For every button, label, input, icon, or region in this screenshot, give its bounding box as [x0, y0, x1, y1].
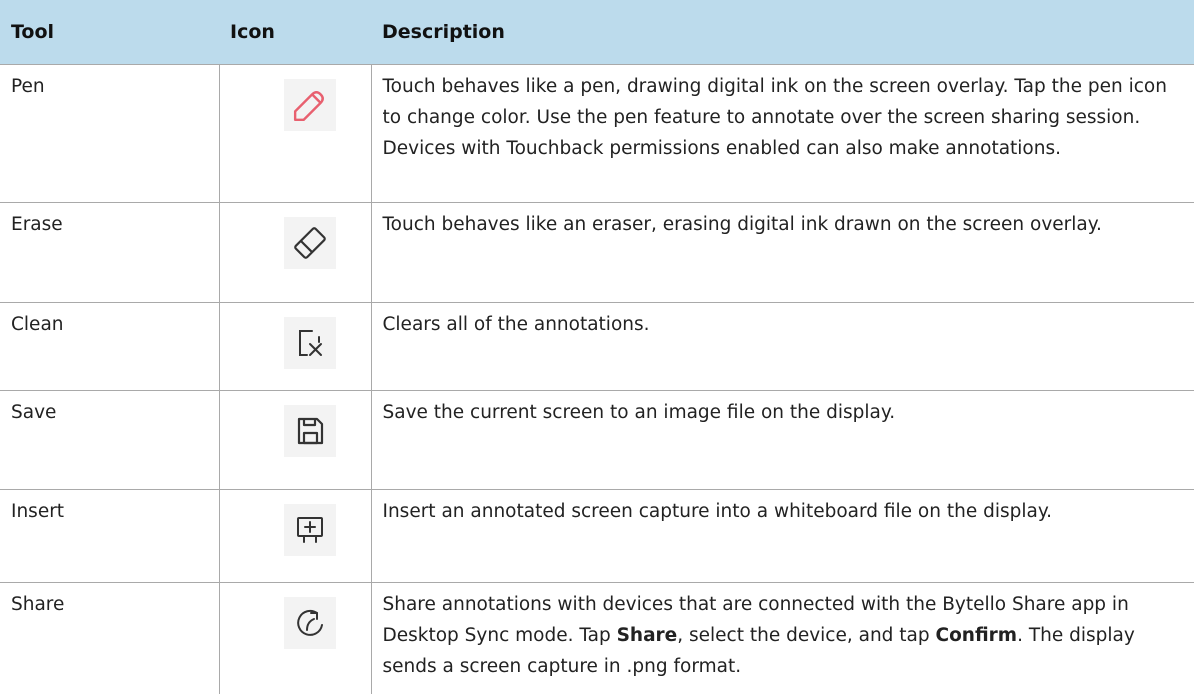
- tool-name: Clean: [0, 302, 220, 391]
- table-row: Insert Insert an annotated screen captur…: [0, 489, 1194, 583]
- table-row: Save Save the current screen to an image…: [0, 390, 1194, 490]
- eraser-icon: [283, 216, 336, 269]
- tool-name: Insert: [0, 489, 220, 583]
- table-row: Pen Touch behaves like a pen, drawing di…: [0, 64, 1194, 203]
- tool-name: Save: [0, 390, 220, 490]
- confirm-term: Confirm: [935, 624, 1018, 646]
- tool-description: Touch behaves like an eraser, erasing di…: [370, 202, 1194, 303]
- header-tool: Tool: [0, 0, 219, 65]
- tool-name: Erase: [0, 202, 220, 303]
- clean-icon: [283, 316, 336, 369]
- tool-description: Save the current screen to an image file…: [370, 390, 1194, 490]
- tool-name: Share: [0, 582, 220, 694]
- table-header-row: Tool Icon Description: [0, 0, 1194, 65]
- tool-name: Pen: [0, 64, 220, 203]
- pen-icon: [283, 78, 336, 131]
- header-icon: Icon: [219, 0, 371, 65]
- tool-description: Insert an annotated screen capture into …: [370, 489, 1194, 583]
- tools-table: Tool Icon Description Pen Touch behaves …: [0, 0, 1194, 694]
- table-row: Share Share annotations with devices tha…: [0, 582, 1194, 694]
- save-icon: [283, 404, 336, 457]
- tool-description: Touch behaves like a pen, drawing digita…: [370, 64, 1194, 203]
- table-row: Erase Touch behaves like an eraser, eras…: [0, 202, 1194, 303]
- tool-description: Clears all of the annotations.: [370, 302, 1194, 391]
- table-row: Clean Clears all of the annotations.: [0, 302, 1194, 391]
- share-icon: [283, 596, 336, 649]
- header-description: Description: [371, 0, 1194, 65]
- tool-description: Share annotations with devices that are …: [370, 582, 1194, 694]
- share-term: Share: [616, 624, 678, 646]
- insert-whiteboard-icon: [283, 503, 336, 556]
